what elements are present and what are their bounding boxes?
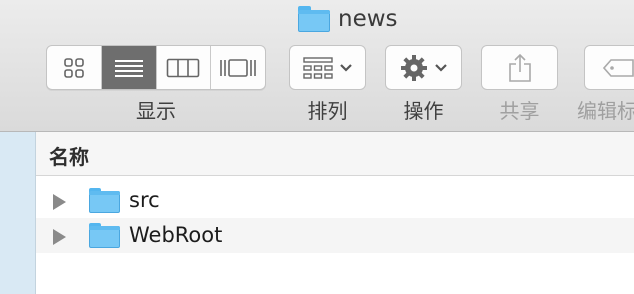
- item-name: src: [129, 188, 160, 212]
- tag-icon: [603, 58, 634, 77]
- column-view-icon: [167, 58, 200, 77]
- gallery-view-icon: [220, 58, 256, 77]
- item-name: WebRoot: [129, 223, 223, 247]
- share-button[interactable]: [481, 45, 558, 90]
- column-view-button[interactable]: [157, 46, 212, 89]
- icon-grid-icon: [64, 57, 84, 78]
- arrange-label: 排列: [307, 99, 348, 123]
- sidebar: [0, 132, 36, 294]
- list-view-button[interactable]: [101, 46, 157, 89]
- gallery-view-button[interactable]: [211, 46, 265, 89]
- edit-tags-label: 编辑标: [577, 99, 634, 123]
- list-view-icon: [114, 59, 143, 77]
- name-column-header[interactable]: 名称: [49, 141, 89, 170]
- window-title-text: news: [338, 6, 398, 32]
- chevron-down-icon: [434, 63, 447, 72]
- disclosure-triangle-icon[interactable]: [53, 194, 66, 210]
- icon-view-button[interactable]: [47, 46, 102, 89]
- edit-tags-button[interactable]: [584, 45, 634, 90]
- action-label: 操作: [403, 99, 444, 123]
- disclosure-triangle-icon[interactable]: [53, 229, 66, 245]
- arrange-grid-icon: [302, 56, 333, 79]
- window-title: news: [298, 4, 398, 34]
- chevron-down-icon: [339, 63, 352, 72]
- list-item[interactable]: WebRoot: [36, 218, 634, 253]
- gear-icon: [400, 54, 427, 81]
- view-mode-control: [46, 45, 266, 90]
- folder-icon: [89, 188, 120, 213]
- window-toolbar: news 显示 排列 操作 共享 编辑标: [0, 0, 634, 132]
- folder-icon: [89, 223, 120, 248]
- share-label: 共享: [499, 99, 540, 123]
- list-column-header[interactable]: 名称: [36, 132, 634, 176]
- folder-icon: [298, 6, 330, 32]
- share-icon: [508, 53, 531, 82]
- view-label: 显示: [136, 99, 176, 123]
- list-item[interactable]: src: [36, 183, 634, 218]
- arrange-button[interactable]: [289, 45, 366, 90]
- action-button[interactable]: [385, 45, 462, 90]
